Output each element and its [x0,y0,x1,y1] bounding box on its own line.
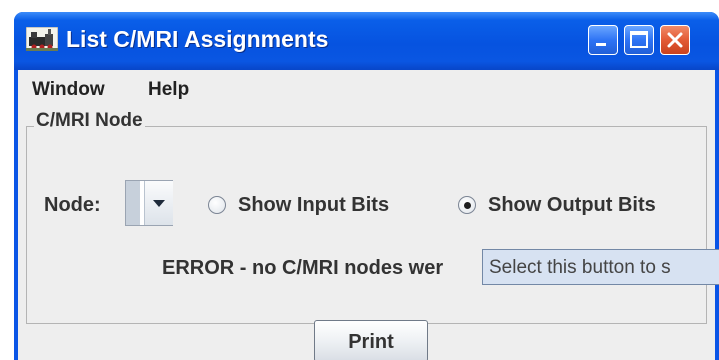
radio-dot [464,202,471,209]
radio-unselected-icon [208,196,226,214]
window-content: Window Help C/MRI Node Node: Show Input … [18,70,719,360]
node-select-arrow[interactable] [144,181,173,225]
node-label: Node: [44,194,101,216]
title-bar[interactable]: List C/MRI Assignments [14,12,719,70]
radio-selected-icon [458,196,476,214]
node-select[interactable] [125,180,173,226]
minimize-icon [596,43,606,46]
maximize-icon [630,31,648,48]
show-output-bits-label: Show Output Bits [488,194,656,216]
maximize-button[interactable] [624,25,654,55]
error-message: ERROR - no C/MRI nodes wer [162,257,444,279]
panel-title: C/MRI Node [34,110,145,132]
menu-window[interactable]: Window [32,79,105,101]
tooltip: Select this button to s [482,249,719,285]
close-icon [667,32,683,48]
node-select-value [126,181,140,225]
locomotive-icon [26,27,58,51]
print-button[interactable]: Print [314,320,428,360]
show-input-bits-label: Show Input Bits [238,194,390,216]
tooltip-text: Select this button to s [489,257,671,278]
menu-bar: Window Help [18,70,715,108]
chevron-down-icon [153,200,165,207]
list-cmri-assignments-window: List C/MRI Assignments Window Help C/MRI… [14,12,719,360]
menu-help[interactable]: Help [148,79,189,101]
minimize-button[interactable] [588,25,618,55]
window-title: List C/MRI Assignments [66,26,329,52]
close-button[interactable] [660,25,690,55]
